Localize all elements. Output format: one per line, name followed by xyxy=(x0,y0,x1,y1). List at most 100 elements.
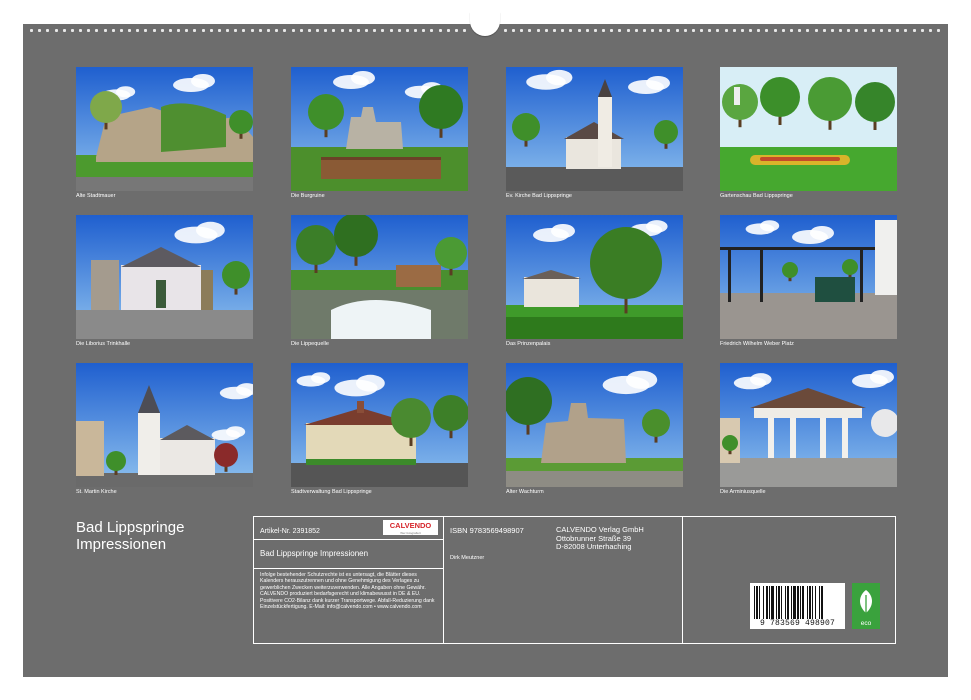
binding-hole xyxy=(512,28,516,32)
photo-caption: Alte Stadtmauer xyxy=(76,193,116,199)
photo-tile: Die Arminiusquelle xyxy=(720,363,897,495)
photo-tile: Gartenschau Bad Lippspringe xyxy=(720,67,897,199)
photo-townhall xyxy=(291,363,468,487)
binding-hole xyxy=(904,28,908,32)
binding-hole xyxy=(651,28,655,32)
eco-badge: eco xyxy=(852,583,880,629)
binding-hole xyxy=(389,28,393,32)
calendar-title-line2: Impressionen xyxy=(76,536,167,553)
binding-hole xyxy=(250,28,254,32)
book-title-row: Bad Lippspringe Impressionen xyxy=(254,540,443,569)
binding-hole xyxy=(879,28,883,32)
binding-hole xyxy=(626,28,630,32)
photo-caption: Die Arminiusquelle xyxy=(720,489,766,495)
binding-hole xyxy=(30,28,33,32)
imprint-left-column: Artikel-Nr. 2391852 CALVENDO Wer fotogra… xyxy=(254,517,444,643)
binding-hole xyxy=(87,28,91,32)
binding-hole xyxy=(217,28,221,32)
binding-hole xyxy=(258,28,262,32)
binding-hole xyxy=(871,28,875,32)
binding-hole xyxy=(691,28,695,32)
photo-palais xyxy=(506,215,683,339)
photo-caption: St. Martin Kirche xyxy=(76,489,117,495)
binding-hole xyxy=(757,28,761,32)
binding-hole xyxy=(544,28,548,32)
photo-caption: Gartenschau Bad Lippspringe xyxy=(720,193,793,199)
binding-hole xyxy=(814,28,818,32)
binding-hole xyxy=(136,28,140,32)
binding-hole xyxy=(520,28,524,32)
photo-caption: Die Lippequelle xyxy=(291,341,329,347)
binding-hole xyxy=(177,28,181,32)
book-title: Bad Lippspringe Impressionen xyxy=(260,549,369,558)
binding-hole xyxy=(863,28,867,32)
binding-hole xyxy=(95,28,99,32)
binding-hole xyxy=(798,28,802,32)
binding-hole xyxy=(307,28,311,32)
photo-caption: Friedrich Wilhelm Weber Platz xyxy=(720,341,794,347)
binding-hole xyxy=(667,28,671,32)
photo-caption: Alter Wachturm xyxy=(506,489,544,495)
binding-hole xyxy=(348,28,352,32)
binding-hole xyxy=(553,28,556,32)
binding-hole xyxy=(675,28,679,32)
binding-hole xyxy=(430,28,434,32)
binding-hole xyxy=(732,28,736,32)
binding-hole xyxy=(503,28,507,32)
barcode-bars xyxy=(754,586,823,619)
binding-hole xyxy=(234,28,238,32)
binding-hole xyxy=(920,28,924,32)
photo-martin xyxy=(76,363,253,487)
binding-hole xyxy=(561,28,565,32)
calendar-title-line1: Bad Lippspringe xyxy=(76,519,185,536)
binding-hole xyxy=(585,28,589,32)
barcode: 9 783569 498907 xyxy=(750,583,845,629)
binding-hole xyxy=(275,28,279,32)
binding-hole xyxy=(144,28,148,32)
photo-tile: Stadtverwaltung Bad Lippspringe xyxy=(291,363,468,495)
photo-hall xyxy=(76,215,253,339)
photo-tile: Das Prinzenpalais xyxy=(506,215,683,347)
binding-hole xyxy=(822,28,826,32)
photo-caption: Ev. Kirche Bad Lippspringe xyxy=(506,193,572,199)
photo-caption: Die Liborius Trinkhalle xyxy=(76,341,131,347)
calendar-title: Bad Lippspringe Impressionen xyxy=(76,519,184,553)
imprint-box: Artikel-Nr. 2391852 CALVENDO Wer fotogra… xyxy=(253,516,896,644)
binding-hole xyxy=(806,28,810,32)
binding-hole xyxy=(740,28,744,32)
binding-hole xyxy=(152,28,156,32)
photo-tile: Alter Wachturm xyxy=(506,363,683,495)
isbn: ISBN 9783569498907 xyxy=(450,526,524,535)
binding-hole xyxy=(463,28,467,32)
binding-hole xyxy=(610,28,614,32)
binding-hole xyxy=(266,28,270,32)
binding-hole xyxy=(602,28,606,32)
publisher-address: CALVENDO Verlag GmbH Ottobrunner Straße … xyxy=(556,525,644,552)
binding-hole xyxy=(414,28,418,32)
binding-hole xyxy=(593,28,597,32)
binding-hole xyxy=(773,28,777,32)
photo-tile: Alte Stadtmauer xyxy=(76,67,253,199)
leaf-icon xyxy=(860,590,872,614)
binding-hole xyxy=(332,28,336,32)
calvendo-logo-sub: Wer fotografiert xyxy=(400,531,421,535)
author-name: Dirk Meutzner xyxy=(450,555,485,561)
binding-hole xyxy=(708,28,712,32)
photo-plaza xyxy=(720,215,897,339)
photo-tile: Friedrich Wilhelm Weber Platz xyxy=(720,215,897,347)
binding-hole xyxy=(38,28,42,32)
binding-hole xyxy=(226,28,230,32)
binding-hole xyxy=(242,28,246,32)
binding-hole xyxy=(356,28,360,32)
photo-garden xyxy=(720,67,897,191)
photo-church xyxy=(506,67,683,191)
binding-hole xyxy=(160,28,164,32)
binding-hole xyxy=(381,28,385,32)
binding-hole xyxy=(659,28,663,32)
binding-hole xyxy=(62,28,66,32)
article-row: Artikel-Nr. 2391852 CALVENDO Wer fotogra… xyxy=(254,517,443,540)
photo-tile: Ev. Kirche Bad Lippspringe xyxy=(506,67,683,199)
binding-hole xyxy=(888,28,892,32)
photo-wall xyxy=(76,67,253,191)
binding-hole xyxy=(103,28,107,32)
